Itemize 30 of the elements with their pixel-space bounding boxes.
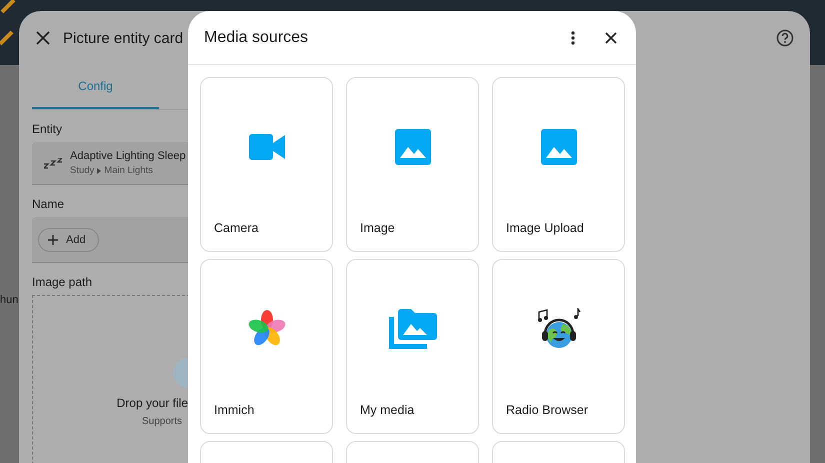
- dialog-title: Picture entity card: [63, 30, 184, 46]
- pinwheel-icon: [248, 310, 286, 348]
- video-camera-icon: [248, 134, 284, 160]
- sleep-icon: [44, 158, 62, 168]
- media-source-card[interactable]: Radio Browser: [492, 259, 625, 434]
- add-button[interactable]: Add: [38, 228, 99, 252]
- field-label: Image path: [32, 275, 94, 289]
- media-source-card[interactable]: Camera: [200, 77, 333, 252]
- globe-headphones-icon: [536, 308, 580, 350]
- media-source-card[interactable]: Immich: [200, 259, 333, 434]
- breadcrumb-text: Main Lights: [104, 165, 153, 176]
- plus-icon: [48, 234, 58, 244]
- more-icon[interactable]: [571, 30, 575, 44]
- close-icon[interactable]: [605, 32, 617, 44]
- chevron-icon: [97, 168, 102, 174]
- drop-text: Drop your file: [116, 396, 189, 410]
- background-text: hun: [0, 294, 18, 306]
- entity-picker[interactable]: Adaptive Lighting Sleep Study Main Lights: [32, 142, 190, 185]
- media-source-card[interactable]: Image: [346, 77, 479, 252]
- breadcrumb-text: Study: [70, 165, 94, 176]
- dialog-title: Media sources: [204, 28, 310, 46]
- field-label: Name: [32, 197, 66, 211]
- close-icon[interactable]: [36, 31, 50, 45]
- supports-text: Supports: [142, 416, 183, 427]
- folder-image-icon: [388, 309, 436, 349]
- media-source-card[interactable]: Image Upload: [492, 77, 625, 252]
- media-source-card[interactable]: My media: [346, 259, 479, 434]
- field-label: Entity: [32, 122, 64, 136]
- help-icon[interactable]: [776, 29, 794, 47]
- entity-name: Adaptive Lighting Sleep: [70, 150, 186, 162]
